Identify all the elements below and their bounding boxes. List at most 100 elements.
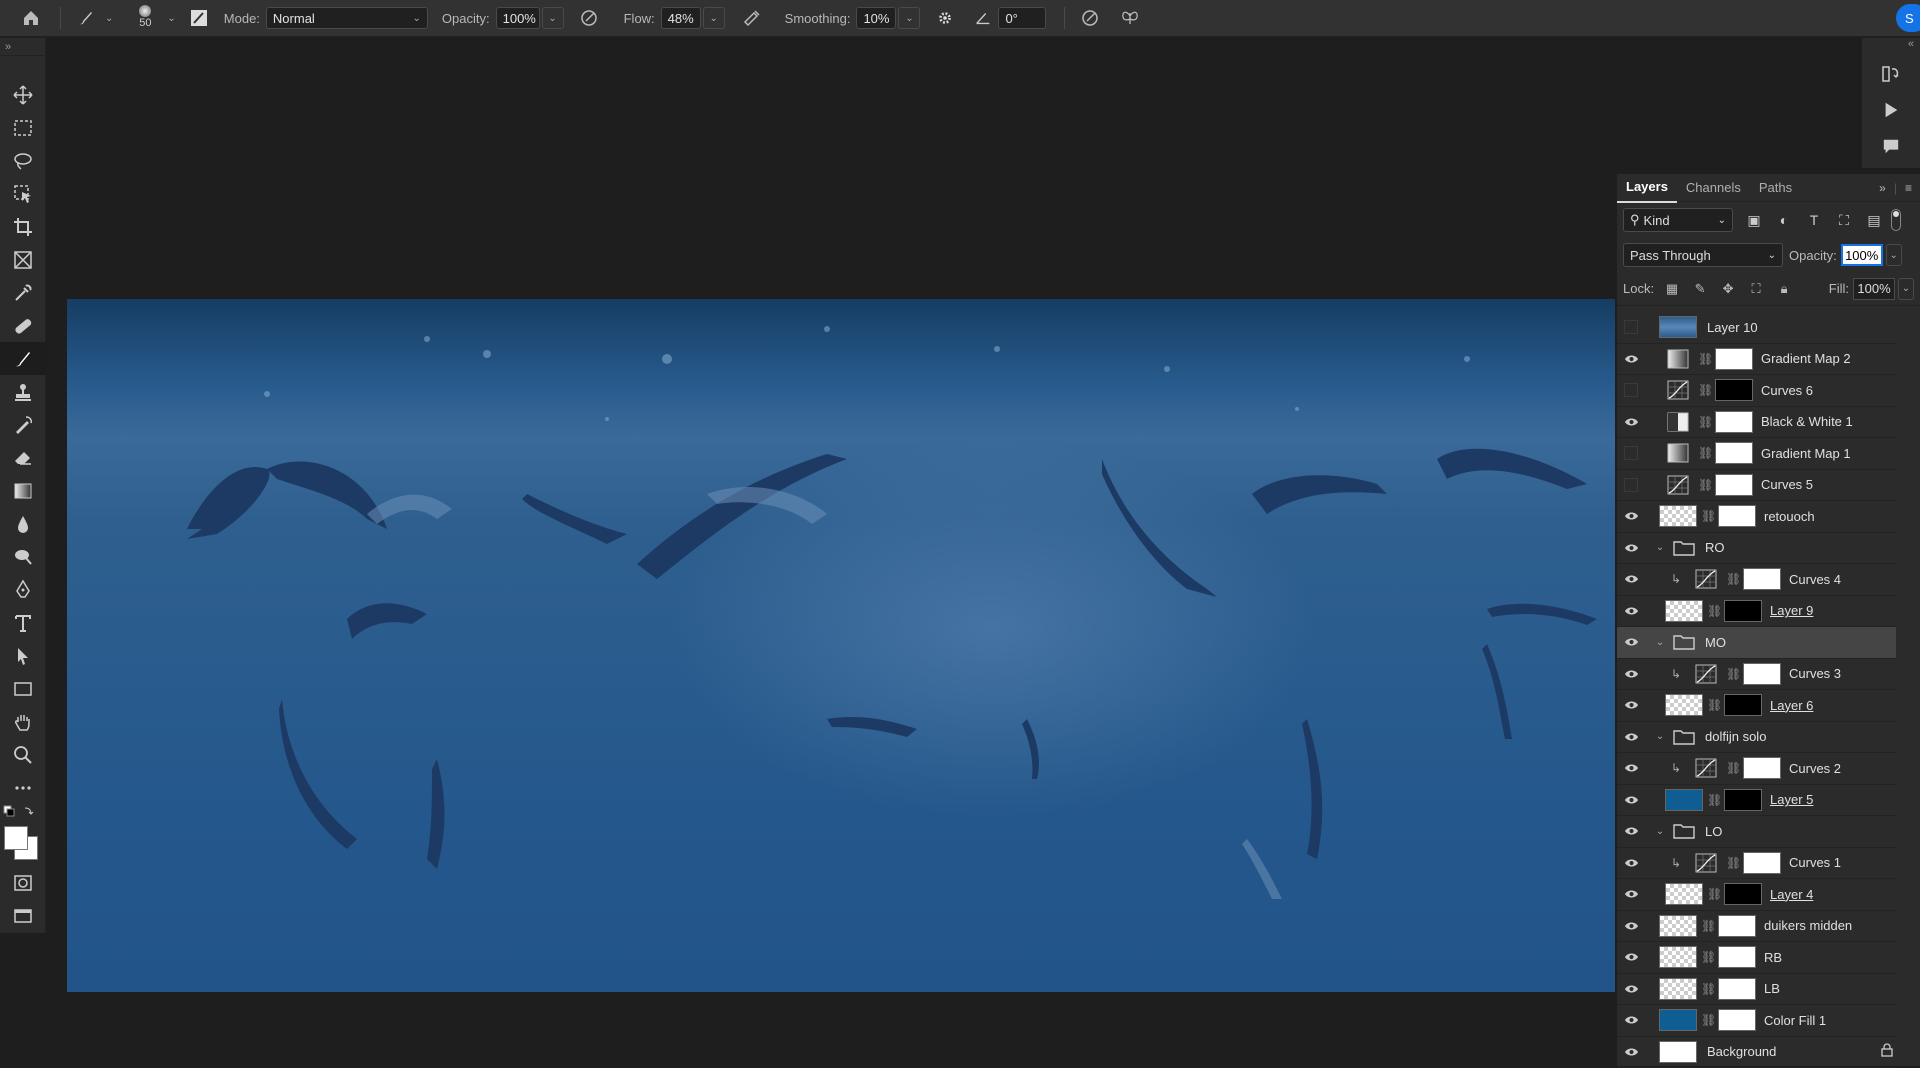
smoothing-input[interactable]: 10% [856,7,896,29]
curves-adjustment-icon[interactable] [1695,664,1717,684]
curves-adjustment-icon[interactable] [1667,380,1689,400]
move-tool[interactable] [0,78,46,111]
layer-row[interactable]: ⛓Layer 5 [1617,785,1897,817]
group-expand-chevron-icon[interactable]: ⌄ [1653,542,1667,553]
visibility-eye-icon[interactable] [1617,574,1645,584]
link-chain-icon[interactable]: ⛓ [1707,793,1721,807]
layer-mask-thumbnail[interactable] [1715,474,1753,496]
layer-name[interactable]: Curves 3 [1789,666,1841,681]
layer-mask-thumbnail[interactable] [1715,411,1753,433]
link-chain-icon[interactable]: ⛓ [1701,919,1715,933]
healing-tool[interactable] [0,309,46,342]
link-chain-icon[interactable]: ⛓ [1726,572,1740,586]
layer-thumbnail[interactable] [1659,978,1697,1000]
filter-smartobject-icon[interactable]: ▤ [1859,212,1889,229]
layer-mask-thumbnail[interactable] [1715,442,1753,464]
curves-adjustment-icon[interactable] [1695,569,1717,589]
layer-row[interactable]: ⌄dolfijn solo [1617,722,1897,754]
airbrush-icon[interactable] [737,3,767,33]
visibility-eye-icon[interactable] [1617,858,1645,868]
layer-name[interactable]: Curves 1 [1789,855,1841,870]
layer-name[interactable]: Curves 6 [1761,383,1813,398]
link-chain-icon[interactable]: ⛓ [1698,446,1712,460]
layer-mask-thumbnail[interactable] [1718,915,1756,937]
panel-expand-icon[interactable]: » [1879,181,1886,195]
hand-tool[interactable] [0,705,46,738]
link-chain-icon[interactable]: ⛓ [1698,478,1712,492]
visibility-eye-icon[interactable] [1617,763,1645,773]
link-chain-icon[interactable]: ⛓ [1701,950,1715,964]
layer-name[interactable]: Color Fill 1 [1764,1013,1826,1028]
lock-position-icon[interactable]: ✥ [1714,281,1742,297]
link-chain-icon[interactable]: ⛓ [1726,856,1740,870]
filter-type-icon[interactable]: T [1799,212,1829,228]
layer-row[interactable]: ⛓Curves 6 [1617,375,1897,407]
comments-icon[interactable] [1862,128,1920,164]
layer-thumbnail[interactable] [1665,600,1703,622]
link-chain-icon[interactable]: ⛓ [1726,761,1740,775]
layer-thumbnail[interactable] [1659,1009,1697,1031]
layer-mask-thumbnail[interactable] [1743,568,1781,590]
lock-artboard-icon[interactable]: ⛶ [1742,281,1770,297]
brush-preset-icon[interactable] [71,3,101,33]
type-tool[interactable] [0,606,46,639]
layer-name[interactable]: LB [1764,981,1780,996]
visibility-eye-icon[interactable] [1617,732,1645,742]
layer-row[interactable]: ↳⛓Curves 4 [1617,564,1897,596]
layer-row[interactable]: ⛓Layer 9 [1617,596,1897,628]
layer-mask-thumbnail[interactable] [1743,757,1781,779]
layer-name[interactable]: Layer 6 [1770,698,1813,713]
layer-mask-thumbnail[interactable] [1724,789,1762,811]
lasso-tool[interactable] [0,144,46,177]
visibility-eye-icon[interactable] [1617,952,1645,962]
layer-mask-thumbnail[interactable] [1715,379,1753,401]
visibility-toggle[interactable] [1617,446,1645,460]
layer-name[interactable]: Background [1707,1044,1776,1059]
play-actions-icon[interactable] [1862,92,1920,128]
visibility-eye-icon[interactable] [1617,826,1645,836]
layer-mask-thumbnail[interactable] [1743,663,1781,685]
layer-name[interactable]: Curves 4 [1789,572,1841,587]
layer-row[interactable]: Layer 10 [1617,312,1897,344]
tab-paths[interactable]: Paths [1750,174,1801,202]
visibility-eye-icon[interactable] [1617,1015,1645,1025]
fill-dropdown[interactable]: ⌄ [1898,278,1914,300]
visibility-eye-icon[interactable] [1617,543,1645,553]
filter-adjustment-icon[interactable]: ◐ [1769,212,1799,228]
brush-settings-icon[interactable] [184,3,214,33]
layer-row[interactable]: ⛓ RB [1617,942,1897,974]
layer-mask-thumbnail[interactable] [1743,852,1781,874]
brush-tool[interactable] [0,342,46,375]
rectangle-tool[interactable] [0,672,46,705]
visibility-eye-icon[interactable] [1617,606,1645,616]
filter-pixel-icon[interactable]: ▣ [1739,212,1769,229]
color-swatches[interactable] [0,822,45,866]
layer-name[interactable]: Curves 2 [1789,761,1841,776]
home-icon[interactable] [16,3,46,33]
layer-name[interactable]: RO [1705,540,1725,555]
link-chain-icon[interactable]: ⛓ [1701,1013,1715,1027]
filter-toggle-icon[interactable] [1891,209,1901,231]
crop-tool[interactable] [0,210,46,243]
path-select-tool[interactable] [0,639,46,672]
gear-icon[interactable] [930,3,960,33]
quick-mask-icon[interactable] [0,866,46,899]
lock-all-icon[interactable]: 🔒︎ [1770,281,1798,297]
link-chain-icon[interactable]: ⛓ [1707,604,1721,618]
layer-name[interactable]: RB [1764,950,1782,965]
blur-tool[interactable] [0,507,46,540]
link-chain-icon[interactable]: ⛓ [1707,887,1721,901]
lock-image-icon[interactable]: ✎ [1686,281,1714,297]
visibility-eye-icon[interactable] [1617,511,1645,521]
layer-row[interactable]: ⛓Layer 4 [1617,879,1897,911]
filter-shape-icon[interactable]: ⛶ [1829,212,1859,229]
layer-row[interactable]: ⌄LO [1617,816,1897,848]
layer-mask-thumbnail[interactable] [1724,600,1762,622]
layer-row[interactable]: ⌄ RO [1617,533,1897,565]
zoom-tool[interactable] [0,738,46,771]
tab-channels[interactable]: Channels [1677,174,1750,202]
visibility-eye-icon[interactable] [1617,984,1645,994]
layer-row[interactable]: ↳⛓Curves 3 [1617,659,1897,691]
layer-thumbnail[interactable] [1659,316,1697,338]
opacity-input[interactable]: 100% [496,7,540,29]
